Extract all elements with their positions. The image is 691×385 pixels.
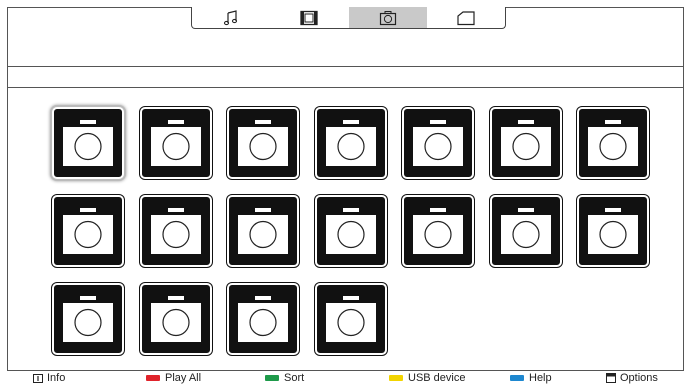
photo-folder-icon — [588, 120, 638, 166]
footer-sort[interactable]: Sort — [265, 371, 304, 385]
footer-options-label: Options — [620, 372, 658, 384]
footer-usb-label: USB device — [408, 372, 466, 384]
photo-folder-item[interactable] — [315, 283, 387, 355]
footer-info-label: Info — [47, 372, 66, 384]
photo-folder-item[interactable] — [140, 107, 212, 179]
photo-folder-item[interactable] — [402, 107, 474, 179]
photo-folder-item[interactable] — [140, 195, 212, 267]
footer-usb-device[interactable]: USB device — [389, 371, 465, 385]
photo-folder-item[interactable] — [315, 195, 387, 267]
photo-folder-item[interactable] — [315, 107, 387, 179]
photo-folder-item[interactable] — [140, 283, 212, 355]
photo-folder-icon — [413, 120, 463, 166]
photo-folder-item[interactable] — [577, 195, 649, 267]
footer-info[interactable]: Info — [33, 371, 65, 385]
photo-folder-icon — [238, 296, 288, 342]
photo-folder-icon — [151, 208, 201, 254]
footer-help-label: Help — [529, 372, 552, 384]
photo-folder-icon — [238, 120, 288, 166]
photo-folder-icon — [63, 120, 113, 166]
tab-music[interactable] — [192, 7, 270, 28]
photo-folder-icon — [238, 208, 288, 254]
photo-folder-item[interactable] — [52, 283, 124, 355]
photo-folder-icon — [326, 296, 376, 342]
photo-folder-icon — [63, 208, 113, 254]
photo-folder-item[interactable] — [402, 195, 474, 267]
photo-folder-item[interactable] — [490, 195, 562, 267]
tab-video[interactable] — [270, 7, 348, 28]
photo-folder-item[interactable] — [52, 195, 124, 267]
film-icon — [300, 10, 319, 25]
photo-folder-item[interactable] — [490, 107, 562, 179]
footer-help[interactable]: Help — [510, 371, 552, 385]
photo-folder-icon — [151, 120, 201, 166]
folder-icon — [457, 10, 475, 25]
blue-key-icon — [510, 375, 524, 381]
photo-folder-item[interactable] — [577, 107, 649, 179]
photo-folder-icon — [151, 296, 201, 342]
footer-play-all-label: Play All — [165, 372, 202, 384]
photo-folder-icon — [588, 208, 638, 254]
photo-folder-grid — [52, 107, 652, 357]
info-icon — [33, 373, 43, 383]
photo-folder-icon — [326, 208, 376, 254]
photo-folder-icon — [63, 296, 113, 342]
red-key-icon — [146, 375, 160, 381]
header-divider-top — [7, 66, 684, 67]
music-note-icon — [224, 9, 238, 25]
footer-bar: Info Play All Sort USB device Help Optio… — [7, 371, 684, 385]
camera-icon — [379, 10, 396, 25]
green-key-icon — [265, 375, 279, 381]
footer-options[interactable]: Options — [606, 371, 658, 385]
footer-play-all[interactable]: Play All — [146, 371, 201, 385]
photo-folder-icon — [326, 120, 376, 166]
photo-folder-icon — [501, 120, 551, 166]
photo-folder-icon — [413, 208, 463, 254]
media-type-tabs — [191, 7, 506, 29]
photo-folder-item[interactable] — [227, 107, 299, 179]
photo-folder-icon — [501, 208, 551, 254]
options-icon — [606, 373, 616, 383]
yellow-key-icon — [389, 375, 403, 381]
photo-folder-item[interactable] — [52, 107, 124, 179]
header-divider-bottom — [7, 87, 684, 88]
photo-folder-item[interactable] — [227, 283, 299, 355]
tab-photo[interactable] — [348, 7, 427, 28]
tab-folders[interactable] — [427, 7, 505, 28]
photo-folder-item[interactable] — [227, 195, 299, 267]
footer-sort-label: Sort — [284, 372, 305, 384]
